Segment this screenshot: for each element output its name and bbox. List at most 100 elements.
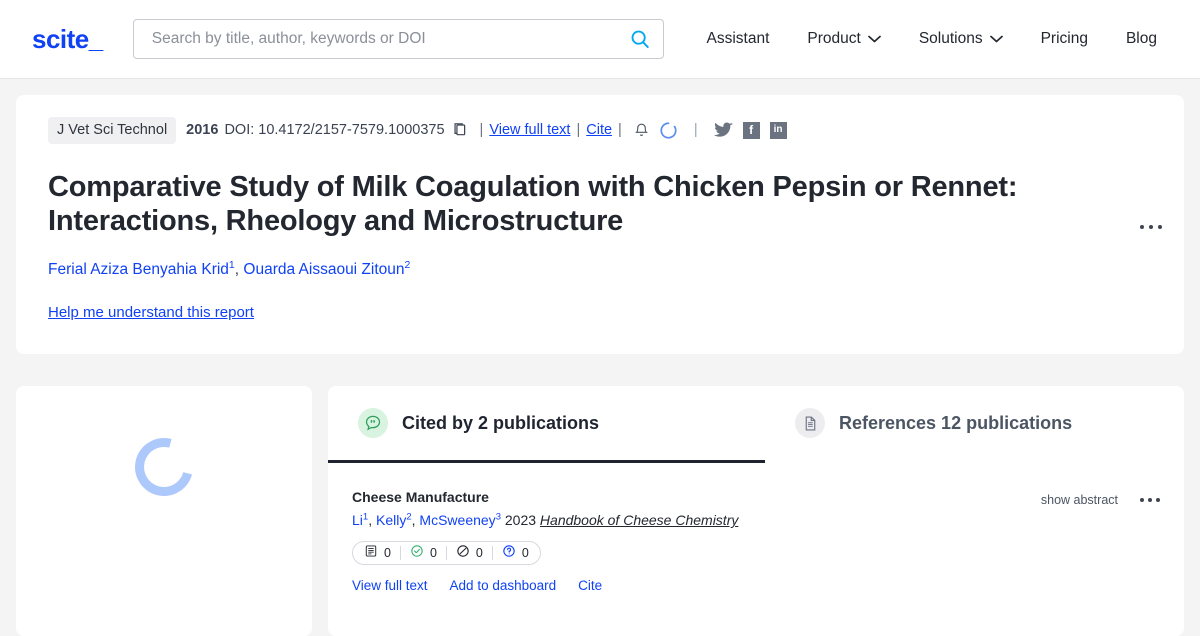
citation-author[interactable]: Li1 <box>352 511 368 528</box>
unclassified-icon <box>502 544 516 561</box>
dot <box>1158 225 1162 229</box>
author-name: McSweeney <box>419 512 496 528</box>
journal-badge[interactable]: J Vet Sci Technol <box>48 117 177 144</box>
help-me-understand-link[interactable]: Help me understand this report <box>48 304 254 321</box>
author-name: Ferial Aziza Benyahia Krid <box>48 261 229 279</box>
citations-panel: Cited by 2 publications References 12 pu… <box>328 386 1184 636</box>
citation-add-to-dashboard-link[interactable]: Add to dashboard <box>450 578 557 593</box>
dot <box>1148 498 1152 502</box>
citation-list-item: Cheese Manufacture Li1, Kelly2, McSweene… <box>328 463 1184 593</box>
social-separator: | <box>693 122 698 138</box>
author-affiliation-marker: 2 <box>404 258 411 271</box>
search-icon[interactable] <box>629 28 651 50</box>
author-separator: , <box>368 512 376 528</box>
contrasting-count: 0 <box>475 545 483 560</box>
article-card-wrapper: J Vet Sci Technol 2016 DOI: 10.4172/2157… <box>0 79 1200 370</box>
nav-label: Pricing <box>1040 30 1088 47</box>
tab-bar: Cited by 2 publications References 12 pu… <box>328 386 1184 460</box>
supporting-count: 0 <box>429 545 437 560</box>
nav-item-assistant[interactable]: Assistant <box>688 22 789 56</box>
citation-journal[interactable]: Handbook of Cheese Chemistry <box>540 512 738 528</box>
loading-spinner-icon <box>659 121 678 140</box>
citation-view-full-text-link[interactable]: View full text <box>352 578 428 593</box>
citation-cite-link[interactable]: Cite <box>578 578 602 593</box>
citation-stats-pill: 0 0 0 0 <box>352 540 541 565</box>
author-name: Kelly <box>375 512 407 528</box>
dot <box>1140 225 1144 229</box>
article-card: J Vet Sci Technol 2016 DOI: 10.4172/2157… <box>16 95 1184 354</box>
bell-icon[interactable] <box>634 122 649 139</box>
citation-overflow-menu-button[interactable] <box>1140 493 1160 502</box>
facebook-glyph: f <box>749 123 754 138</box>
dot <box>1140 498 1144 502</box>
publication-year: 2016 <box>186 122 219 138</box>
supporting-icon <box>410 544 424 561</box>
social-share-group: | f in <box>693 121 787 139</box>
tab-references[interactable]: References 12 publications <box>765 386 1184 460</box>
author-list: Ferial Aziza Benyahia Krid1, Ouarda Aiss… <box>48 259 1160 280</box>
copy-icon[interactable] <box>453 122 468 138</box>
loading-spinner-icon <box>124 427 204 507</box>
citation-author[interactable]: Kelly2 <box>375 511 412 528</box>
nav-item-pricing[interactable]: Pricing <box>1022 22 1107 56</box>
lower-section: Cited by 2 publications References 12 pu… <box>0 386 1200 636</box>
unclassified-badge[interactable]: 0 <box>493 544 538 561</box>
quote-bubble-icon <box>358 408 388 438</box>
page-title: Comparative Study of Milk Coagulation wi… <box>48 170 1018 237</box>
tab-label: Cited by 2 publications <box>402 412 600 433</box>
nav-label: Blog <box>1125 30 1157 47</box>
mentioning-badge[interactable]: 0 <box>355 544 400 561</box>
tab-cited-by[interactable]: Cited by 2 publications <box>328 386 765 460</box>
nav-item-blog[interactable]: Blog <box>1107 22 1176 56</box>
nav-label: Assistant <box>706 30 770 47</box>
cite-link[interactable]: Cite <box>586 123 612 138</box>
search-input[interactable] <box>149 29 629 49</box>
citation-actions: View full text Add to dashboard Cite <box>352 578 1041 593</box>
view-full-text-link[interactable]: View full text <box>489 123 570 138</box>
nav-item-solutions[interactable]: Solutions <box>900 22 1022 56</box>
chevron-down-icon <box>867 30 881 48</box>
meta-separator: | <box>576 122 581 138</box>
unclassified-count: 0 <box>521 545 529 560</box>
contrasting-icon <box>456 544 470 561</box>
nav-item-product[interactable]: Product <box>788 22 899 56</box>
meta-separator: | <box>618 122 622 138</box>
twitter-icon[interactable] <box>713 122 733 139</box>
author-item[interactable]: Ferial Aziza Benyahia Krid1 <box>48 259 235 279</box>
nav-label: Solutions <box>918 30 983 47</box>
show-abstract-toggle[interactable]: show abstract <box>1041 493 1118 507</box>
chevron-down-icon <box>989 30 1003 48</box>
tab-label: References 12 publications <box>839 412 1073 433</box>
citation-authors: Li1, Kelly2, McSweeney3 2023 Handbook of… <box>352 511 1041 530</box>
citation-right-controls: show abstract <box>1041 489 1160 593</box>
author-name: Ouarda Aissaoui Zitoun <box>243 261 405 279</box>
scite-logo[interactable]: scite_ <box>32 26 103 52</box>
active-tab-underline <box>328 460 765 463</box>
dot <box>1149 225 1153 229</box>
facebook-icon[interactable]: f <box>742 121 760 139</box>
author-name: Li <box>352 512 363 528</box>
doi-text: DOI: 10.4172/2157-7579.1000375 <box>224 122 445 138</box>
linkedin-icon[interactable]: in <box>769 121 787 139</box>
mentioning-count: 0 <box>384 545 391 560</box>
mentioning-icon <box>364 544 378 561</box>
meta-separator: | <box>479 122 484 138</box>
citation-year: 2023 <box>504 512 537 528</box>
main-nav: Assistant Product Solutions Pricing Blog <box>688 22 1177 56</box>
site-header: scite_ Assistant Product Solutions Pr <box>0 0 1200 79</box>
search-box[interactable] <box>132 19 664 59</box>
citation-content: Cheese Manufacture Li1, Kelly2, McSweene… <box>352 489 1041 593</box>
side-panel <box>16 386 312 636</box>
contrasting-badge[interactable]: 0 <box>447 544 492 561</box>
article-meta-row: J Vet Sci Technol 2016 DOI: 10.4172/2157… <box>48 117 1160 144</box>
supporting-badge[interactable]: 0 <box>401 544 446 561</box>
citation-title[interactable]: Cheese Manufacture <box>352 489 1041 505</box>
nav-label: Product <box>807 30 861 47</box>
dot <box>1156 498 1160 502</box>
document-icon <box>795 408 825 438</box>
author-item[interactable]: Ouarda Aissaoui Zitoun2 <box>243 258 411 279</box>
citation-author[interactable]: McSweeney3 <box>419 511 501 528</box>
tab-underline-filler <box>765 460 1184 461</box>
linkedin-glyph: in <box>773 124 783 136</box>
article-overflow-menu-button[interactable] <box>1140 225 1162 229</box>
